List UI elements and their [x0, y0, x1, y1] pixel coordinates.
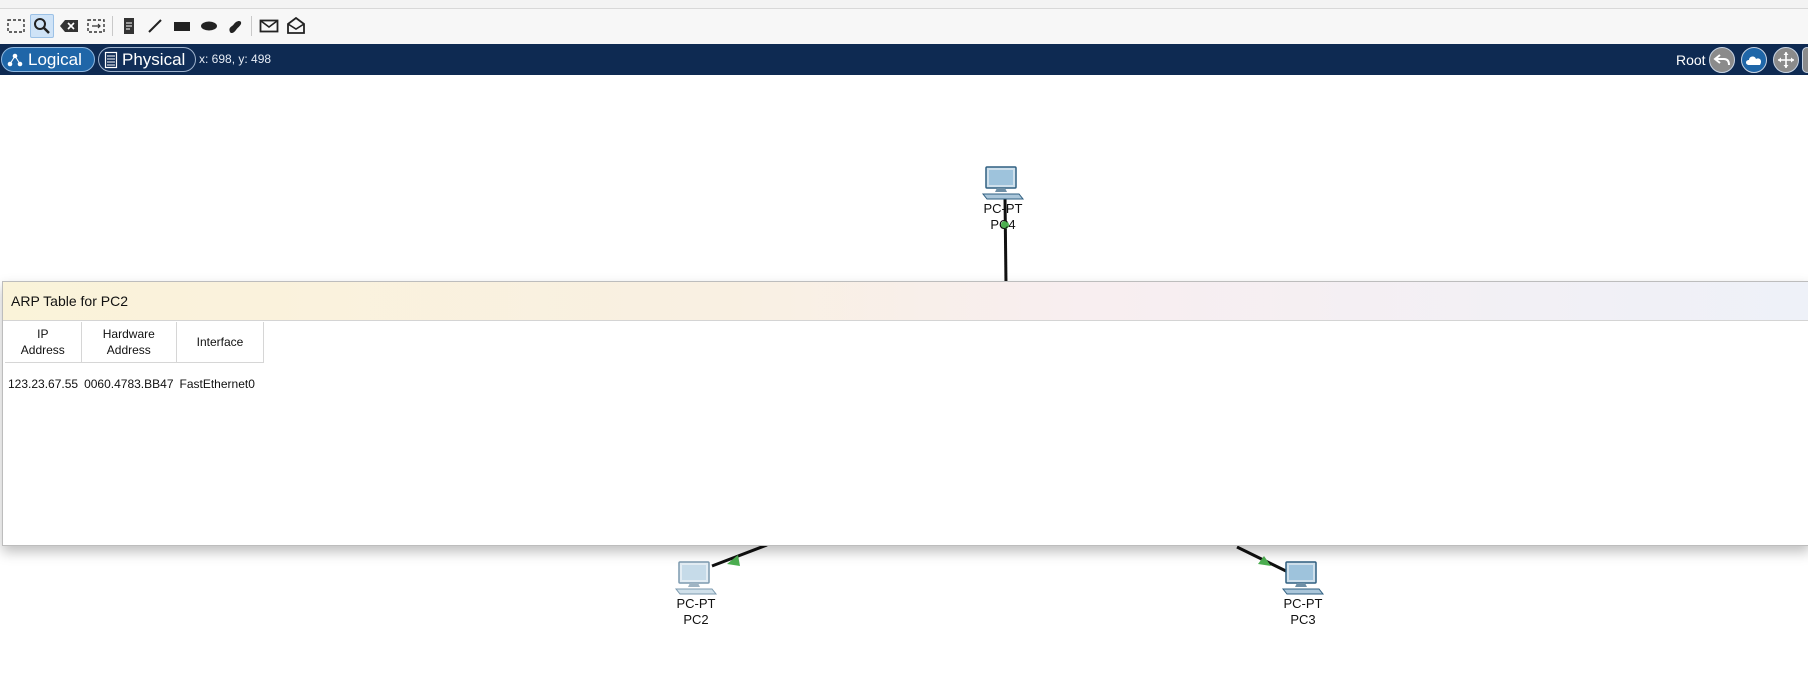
toolbar-separator: [251, 16, 252, 36]
physical-rack-icon: [104, 51, 118, 68]
workspace-navbar: Logical Physical x: 698, y: 498 Root: [0, 44, 1808, 75]
logical-tab-label: Logical: [28, 49, 82, 69]
toolbar-separator: [112, 16, 113, 36]
physical-tab[interactable]: Physical: [98, 47, 196, 72]
complex-pdu-icon[interactable]: [284, 14, 308, 38]
device-pc4[interactable]: PC-PT PC4: [973, 165, 1033, 233]
arp-window-title: ARP Table for PC2: [11, 293, 128, 309]
device-name: PC2: [683, 612, 709, 627]
device-type: PC-PT: [676, 596, 716, 611]
physical-tab-label: Physical: [122, 49, 186, 69]
pc-icon: [1281, 561, 1325, 595]
logical-topology-icon: [7, 53, 23, 66]
arp-ip-cell: 123.23.67.55: [8, 377, 79, 391]
device-name: PC3: [1290, 612, 1316, 627]
arp-window-titlebar[interactable]: ARP Table for PC2: [3, 282, 1808, 321]
rectangle-icon[interactable]: [170, 14, 194, 38]
pc-icon: [674, 561, 718, 595]
column-header-ip[interactable]: IP Address: [5, 322, 82, 363]
cluster-cloud-icon[interactable]: [1741, 47, 1767, 73]
select-icon[interactable]: [4, 14, 28, 38]
column-header-interface[interactable]: Interface: [176, 322, 264, 363]
navigation-icon[interactable]: [1802, 47, 1808, 73]
pc-icon: [981, 166, 1025, 200]
freeform-icon[interactable]: [223, 14, 247, 38]
simple-pdu-icon[interactable]: [257, 14, 281, 38]
root-label: Root: [1676, 52, 1706, 68]
cursor-coordinates: x: 698, y: 498: [199, 52, 272, 66]
ellipse-icon[interactable]: [197, 14, 221, 38]
arp-iface-cell: FastEthernet0: [179, 377, 255, 391]
inspect-icon[interactable]: [30, 14, 54, 38]
device-type: PC-PT: [983, 201, 1023, 216]
device-pc3[interactable]: PC-PT PC3: [1273, 560, 1333, 628]
table-row[interactable]: 123.23.67.55 0060.4783.BB47 FastEthernet…: [5, 363, 264, 391]
line-icon[interactable]: [143, 14, 167, 38]
note-icon[interactable]: [117, 14, 141, 38]
delete-icon[interactable]: [57, 14, 81, 38]
arp-table: IP Address Hardware Address Interface 12…: [5, 322, 264, 391]
viewport-move-icon[interactable]: [1773, 47, 1799, 73]
back-icon[interactable]: [1709, 47, 1735, 73]
device-pc2[interactable]: PC-PT PC2: [666, 560, 726, 628]
arp-hw-cell: 0060.4783.BB47: [84, 377, 174, 391]
arp-table-window[interactable]: ARP Table for PC2 IP Address Hardware Ad…: [2, 281, 1808, 546]
column-header-hardware[interactable]: Hardware Address: [81, 322, 178, 363]
device-type: PC-PT: [1283, 596, 1323, 611]
logical-tab[interactable]: Logical: [1, 47, 95, 72]
toolbar: [0, 9, 1808, 44]
resize-icon[interactable]: [84, 14, 108, 38]
device-name: PC4: [990, 217, 1016, 232]
window-top-strip: [0, 0, 1808, 9]
